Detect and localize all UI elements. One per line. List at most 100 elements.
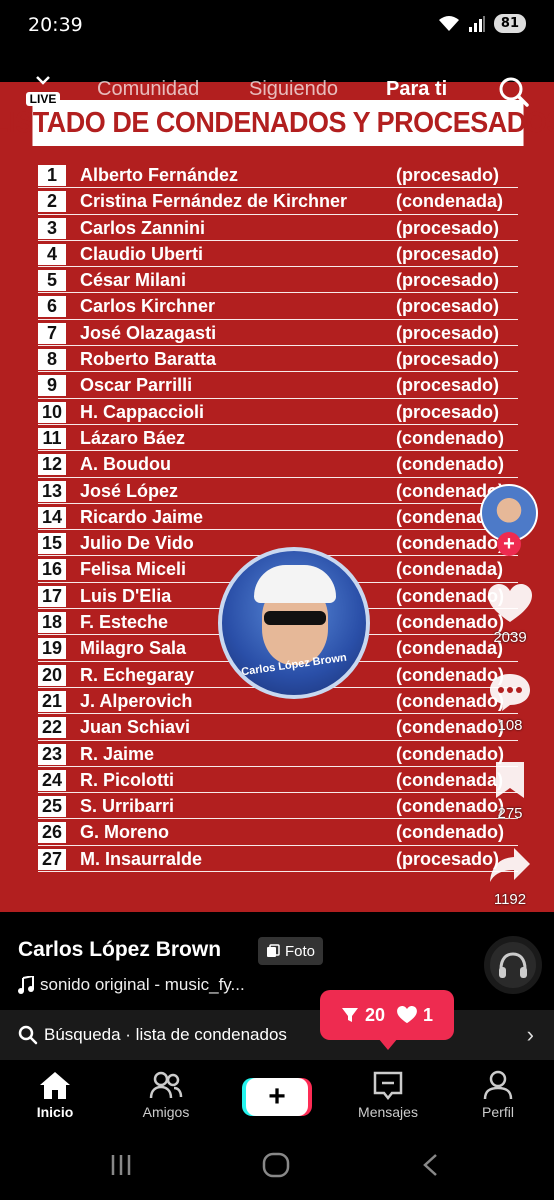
author-name[interactable]: Carlos López Brown xyxy=(18,938,221,962)
list-row: 9 Oscar Parrilli (procesado) xyxy=(38,372,518,399)
list-row: 23 R. Jaime (condenado) xyxy=(38,741,518,767)
like-button[interactable]: 2039 xyxy=(480,584,540,646)
list-row: 8 Roberto Baratta (procesado) xyxy=(38,346,518,373)
tv-icon xyxy=(36,76,50,85)
related-search-bar[interactable]: Búsqueda · lista de condenados › xyxy=(0,1010,554,1060)
tab-inicio[interactable]: Inicio xyxy=(5,1070,105,1120)
activity-bubble[interactable]: 20 1 xyxy=(320,990,454,1040)
row-status: (procesado) xyxy=(396,296,500,317)
row-name: S. Urribarri xyxy=(80,796,175,817)
row-number: 11 xyxy=(38,427,66,449)
tab-amigos-label: Amigos xyxy=(142,1104,190,1120)
row-name: R. Picolotti xyxy=(80,769,174,790)
row-number: 18 xyxy=(38,612,66,634)
list-row: 13 José López (condenado) xyxy=(38,478,518,504)
heart-icon xyxy=(397,1006,417,1024)
row-number: 27 xyxy=(38,848,66,870)
row-number: 25 xyxy=(38,796,66,818)
row-number: 22 xyxy=(38,717,66,739)
row-name: Lázaro Báez xyxy=(80,427,186,448)
music-note-icon xyxy=(18,976,34,994)
row-name: G. Moreno xyxy=(80,822,169,843)
bookmark-icon xyxy=(496,762,524,798)
signal-icon xyxy=(468,15,485,32)
bubble-shares: 20 xyxy=(341,1005,385,1026)
tab-mensajes[interactable]: Mensajes xyxy=(338,1070,438,1120)
row-name: Felisa Miceli xyxy=(80,559,187,580)
home-nav-icon[interactable] xyxy=(262,1152,290,1178)
tab-perfil[interactable]: Perfil xyxy=(448,1070,548,1120)
recent-apps-icon[interactable] xyxy=(108,1152,134,1178)
list-row: 11 Lázaro Báez (condenado) xyxy=(38,425,518,452)
bubble-shares-count: 20 xyxy=(364,1004,385,1025)
row-status: (procesado) xyxy=(396,375,500,396)
save-count: 275 xyxy=(497,805,523,822)
row-number: 13 xyxy=(38,480,66,502)
search-icon[interactable] xyxy=(498,76,530,108)
list-row: 5 César Milani (procesado) xyxy=(38,267,518,294)
list-row: 7 José Olazagasti (procesado) xyxy=(38,320,518,347)
tab-comunidad[interactable]: Comunidad xyxy=(97,78,199,101)
headphones-icon xyxy=(499,952,527,978)
row-name: M. Insaurralde xyxy=(80,848,203,869)
heart-icon xyxy=(488,584,532,622)
list-row: 27 M. Insaurralde (procesado) xyxy=(38,846,518,873)
share-button[interactable]: 1192 xyxy=(480,846,540,908)
row-status: (condenada) xyxy=(396,191,504,212)
top-nav: LIVE Comunidad Siguiendo Para ti xyxy=(0,70,554,114)
row-name: Milagro Sala xyxy=(80,638,187,659)
row-number: 8 xyxy=(38,349,66,371)
list-row: 14 Ricardo Jaime (condenado) xyxy=(38,504,518,531)
row-name: A. Boudou xyxy=(80,454,171,475)
row-name: Roberto Baratta xyxy=(80,349,217,370)
back-nav-icon[interactable] xyxy=(420,1152,440,1178)
comment-button[interactable]: 108 xyxy=(480,672,540,734)
row-number: 6 xyxy=(38,296,66,318)
list-row: 3 Carlos Zannini (procesado) xyxy=(38,215,518,241)
row-status: (procesado) xyxy=(396,243,500,264)
post-image[interactable]: LISTADO DE CONDENADOS Y PROCESADOS 1 Albe… xyxy=(0,82,554,912)
row-status: (procesado) xyxy=(396,165,500,185)
comment-icon xyxy=(490,674,530,711)
row-number: 9 xyxy=(38,375,66,397)
row-number: 1 xyxy=(38,165,66,186)
friends-icon xyxy=(149,1071,183,1099)
sound-link[interactable]: sonido original - music_fy... xyxy=(18,975,245,995)
row-number: 21 xyxy=(38,690,66,712)
row-name: Oscar Parrilli xyxy=(80,375,193,396)
tab-siguiendo[interactable]: Siguiendo xyxy=(249,78,338,101)
tab-para-ti[interactable]: Para ti xyxy=(386,78,447,101)
search-icon xyxy=(18,1025,38,1045)
row-name: H. Cappaccioli xyxy=(80,401,205,422)
watermark-cap xyxy=(254,565,336,603)
row-number: 7 xyxy=(38,322,66,344)
list-row: 10 H. Cappaccioli (procesado) xyxy=(38,399,518,425)
row-number: 14 xyxy=(38,506,66,528)
row-number: 24 xyxy=(38,769,66,791)
system-navigation-bar xyxy=(0,1132,554,1200)
live-button[interactable]: LIVE xyxy=(26,76,60,106)
row-status: (condenada) xyxy=(396,559,504,580)
row-number: 23 xyxy=(38,743,66,765)
save-button[interactable]: 275 xyxy=(480,760,540,822)
row-name: J. Alperovich xyxy=(80,690,193,711)
row-status: (procesado) xyxy=(396,401,500,422)
list-row: 2 Cristina Fernández de Kirchner (condenad… xyxy=(38,188,518,215)
row-status: (procesado) xyxy=(396,349,500,370)
funnel-icon xyxy=(341,1008,358,1022)
bubble-tail xyxy=(378,1038,398,1050)
tab-amigos[interactable]: Amigos xyxy=(116,1070,216,1120)
search-bar-text: Búsqueda · lista de condenados xyxy=(44,1025,287,1044)
row-number: 10 xyxy=(38,401,66,423)
list-row: 1 Alberto Fernández (procesado) xyxy=(38,162,518,189)
sound-disc[interactable] xyxy=(484,936,542,994)
share-count: 1192 xyxy=(493,891,527,908)
row-name: Carlos Zannini xyxy=(80,217,206,238)
row-name: José Olazagasti xyxy=(80,322,217,343)
row-status: (condenado) xyxy=(396,533,504,554)
follow-plus-button[interactable]: + xyxy=(497,532,521,556)
watermark-logo: Carlos López Brown xyxy=(218,547,370,699)
row-status: (condenado) xyxy=(396,454,504,475)
plus-icon: + xyxy=(268,1080,286,1113)
create-post-button[interactable]: + xyxy=(246,1078,308,1116)
